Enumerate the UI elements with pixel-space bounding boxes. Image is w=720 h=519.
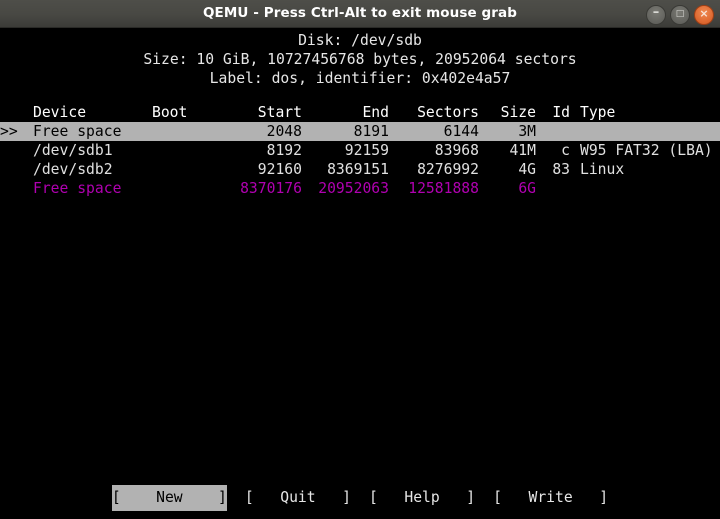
row-start: 8192 (266, 142, 302, 159)
disk-summary: Disk: /dev/sdb Size: 10 GiB, 10727456768… (0, 31, 720, 88)
row-device: Free space (33, 123, 122, 140)
column-header-boot: Boot (152, 104, 188, 121)
row-boot (152, 141, 212, 160)
action-menu: [ New ] [ Quit ] [ Help ] [ Write ] (0, 483, 720, 513)
column-header-sectors: Sectors (417, 104, 479, 121)
row-id (536, 179, 570, 198)
row-end: 20952063 (318, 180, 389, 197)
disk-label-line: Label: dos, identifier: 0x402e4a57 (209, 70, 511, 87)
menu-button-new[interactable]: [ New ] (111, 485, 227, 511)
window-titlebar[interactable]: QEMU - Press Ctrl-Alt to exit mouse grab… (0, 0, 720, 28)
table-row[interactable]: /dev/sdb2 92160 8369151 8276992 4G 83 Li… (0, 160, 720, 179)
minimize-button[interactable]: – (646, 5, 666, 25)
row-boot (152, 122, 212, 141)
maximize-icon: □ (675, 9, 685, 19)
row-boot (152, 160, 212, 179)
row-size: 3M (518, 123, 536, 140)
row-device: /dev/sdb1 (33, 142, 113, 159)
table-row[interactable]: >> Free space 2048 8191 6144 3M (0, 122, 720, 141)
window-title: QEMU - Press Ctrl-Alt to exit mouse grab (202, 5, 518, 21)
row-end: 8369151 (327, 161, 389, 178)
menu-button-write[interactable]: [ Write ] (493, 485, 608, 511)
column-header-size: Size (500, 104, 536, 121)
terminal-screen: Disk: /dev/sdb Size: 10 GiB, 10727456768… (0, 28, 720, 519)
row-end: 8191 (353, 123, 389, 140)
table-header-row: Device Boot Start End Sectors Size Id Ty… (0, 103, 720, 122)
row-start: 92160 (257, 161, 302, 178)
row-selection-marker: >> (0, 123, 18, 140)
row-id: c (561, 142, 570, 159)
minimize-icon: – (652, 5, 660, 20)
row-size: 4G (518, 161, 536, 178)
menu-button-quit[interactable]: [ Quit ] (245, 485, 351, 511)
row-size: 41M (509, 142, 536, 159)
row-selection-marker (0, 141, 30, 160)
close-button[interactable]: × (694, 5, 714, 25)
row-end: 92159 (344, 142, 389, 159)
row-start: 8370176 (240, 180, 302, 197)
row-id (536, 122, 570, 141)
row-type (580, 122, 720, 141)
row-sectors: 6144 (443, 123, 479, 140)
column-header-id: Id (552, 104, 570, 121)
row-device: /dev/sdb2 (33, 161, 113, 178)
row-boot (152, 179, 212, 198)
row-device: Free space (33, 180, 122, 197)
qemu-window: QEMU - Press Ctrl-Alt to exit mouse grab… (0, 0, 720, 519)
close-icon: × (699, 7, 709, 20)
maximize-button[interactable]: □ (670, 5, 690, 25)
row-type: Linux (580, 161, 625, 178)
column-header-type: Type (580, 104, 616, 121)
row-type (580, 179, 720, 198)
disk-size-line: Size: 10 GiB, 10727456768 bytes, 2095206… (143, 51, 577, 68)
window-controls: – □ × (646, 5, 714, 25)
column-header-start: Start (257, 104, 302, 121)
row-selection-marker (0, 179, 30, 198)
column-header-end: End (362, 104, 389, 121)
table-row[interactable]: Free space 8370176 20952063 12581888 6G (0, 179, 720, 198)
row-start: 2048 (266, 123, 302, 140)
disk-name-line: Disk: /dev/sdb (298, 32, 422, 49)
table-row[interactable]: /dev/sdb1 8192 92159 83968 41M c W95 FAT… (0, 141, 720, 160)
row-id: 83 (552, 161, 570, 178)
row-type: W95 FAT32 (LBA) (580, 142, 713, 159)
partition-table: Device Boot Start End Sectors Size Id Ty… (0, 103, 720, 198)
row-sectors: 12581888 (408, 180, 479, 197)
row-sectors: 8276992 (417, 161, 479, 178)
row-selection-marker (0, 160, 30, 179)
menu-button-help[interactable]: [ Help ] (369, 485, 475, 511)
row-size: 6G (518, 180, 536, 197)
row-sectors: 83968 (434, 142, 479, 159)
column-header-device: Device (33, 104, 87, 121)
